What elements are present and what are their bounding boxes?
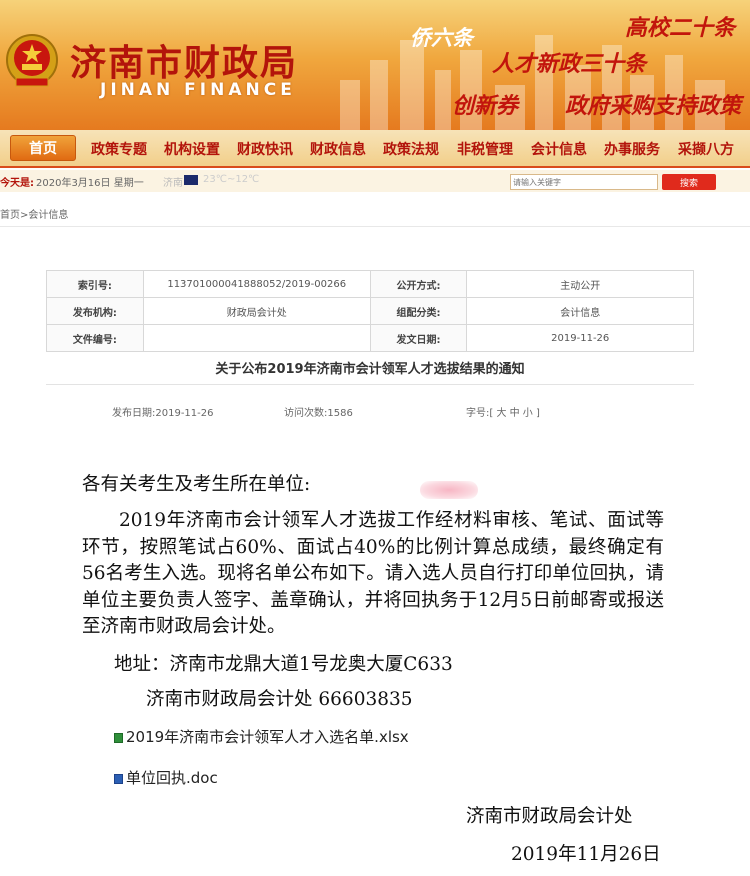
meta-value: 113701000041888052/2019-00266 xyxy=(142,270,371,298)
weather-city: 济南 xyxy=(163,178,183,189)
meta-label: 索引号: xyxy=(46,270,144,298)
divider xyxy=(46,384,694,385)
meta-value: 主动公开 xyxy=(466,270,694,298)
nav-item-finance-info[interactable]: 财政信息 xyxy=(310,139,366,159)
notice-paragraph: 2019年济南市会计领军人才选拔工作经材料审核、笔试、面试等环节，按照笔试占60… xyxy=(82,510,664,637)
nav-item-organization[interactable]: 机构设置 xyxy=(164,139,220,159)
attachment-link-doc[interactable]: 单位回执.doc xyxy=(114,767,218,788)
today-label: 今天是: xyxy=(0,178,34,189)
header-banner: 济南市财政局 JINAN FINANCE 侨六条 高校二十条 人才新政三十条 创… xyxy=(0,0,750,130)
nav-item-policy-topics[interactable]: 政策专题 xyxy=(91,139,147,159)
document-title: 关于公布2019年济南市会计领军人才选拔结果的通知 xyxy=(215,362,525,377)
contact-line: 济南市财政局会计处 66603835 xyxy=(146,689,413,710)
search-button[interactable]: 搜索 xyxy=(662,174,716,190)
meta-label: 发布机构: xyxy=(46,297,144,325)
sign-date: 2019年11月26日 xyxy=(511,844,661,865)
publish-date: 发布日期:2019-11-26 xyxy=(112,408,214,419)
salutation: 各有关考生及考生所在单位: xyxy=(82,474,311,495)
today-date: 2020年3月16日 星期一 xyxy=(36,178,144,189)
meta-label: 组配分类: xyxy=(369,297,468,325)
attachment-filename: 单位回执.doc xyxy=(126,769,218,787)
document-metadata-table: 索引号: 113701000041888052/2019-00266 公开方式:… xyxy=(46,270,694,352)
meta-value: 会计信息 xyxy=(466,297,694,325)
visit-count: 访问次数:1586 xyxy=(284,408,353,419)
main-nav: 首页 政策专题 机构设置 财政快讯 财政信息 政策法规 非税管理 会计信息 办事… xyxy=(0,130,750,168)
meta-value: 财政局会计处 xyxy=(142,297,371,325)
word-file-icon xyxy=(114,774,123,784)
blurred-region xyxy=(420,481,478,499)
weather-temperature: 23℃~12℃ xyxy=(203,174,260,185)
address-line: 地址：济南市龙鼎大道1号龙奥大厦C633 xyxy=(114,654,453,675)
divider xyxy=(0,226,750,227)
attachment-filename: 2019年济南市会计领军人才入选名单.xlsx xyxy=(126,728,409,746)
meta-label: 发文日期: xyxy=(369,324,468,352)
nav-item-nontax[interactable]: 非税管理 xyxy=(457,139,513,159)
site-name-en: JINAN FINANCE xyxy=(100,80,296,100)
breadcrumb[interactable]: 首页>会计信息 xyxy=(0,206,68,221)
meta-value xyxy=(142,324,371,352)
slogan-link[interactable]: 侨六条 xyxy=(410,22,473,52)
weather-moon-icon xyxy=(184,175,198,185)
nav-item-finance-news[interactable]: 财政快讯 xyxy=(237,139,293,159)
slogan-link[interactable]: 创新券 xyxy=(452,88,518,120)
attachment-link-xlsx[interactable]: 2019年济南市会计领军人才入选名单.xlsx xyxy=(114,726,409,747)
meta-value: 2019-11-26 xyxy=(466,324,694,352)
slogan-link[interactable]: 政府采购支持政策 xyxy=(565,88,741,120)
slogan-link[interactable]: 人才新政三十条 xyxy=(492,46,646,78)
excel-file-icon xyxy=(114,733,123,743)
nav-item-services[interactable]: 办事服务 xyxy=(604,139,660,159)
national-emblem-icon xyxy=(6,34,58,87)
slogan-link[interactable]: 高校二十条 xyxy=(625,10,735,42)
meta-label: 公开方式: xyxy=(369,270,468,298)
signature: 济南市财政局会计处 xyxy=(466,806,633,827)
nav-item-collection[interactable]: 采撷八方 xyxy=(678,139,734,159)
nav-item-accounting-info[interactable]: 会计信息 xyxy=(531,139,587,159)
font-size-selector[interactable]: 字号:[ 大 中 小 ] xyxy=(466,404,540,419)
meta-label: 文件编号: xyxy=(46,324,144,352)
nav-item-policy-law[interactable]: 政策法规 xyxy=(383,139,439,159)
site-name: 济南市财政局 xyxy=(70,42,299,84)
nav-item-home[interactable]: 首页 xyxy=(10,135,76,161)
search-input[interactable] xyxy=(510,174,658,190)
